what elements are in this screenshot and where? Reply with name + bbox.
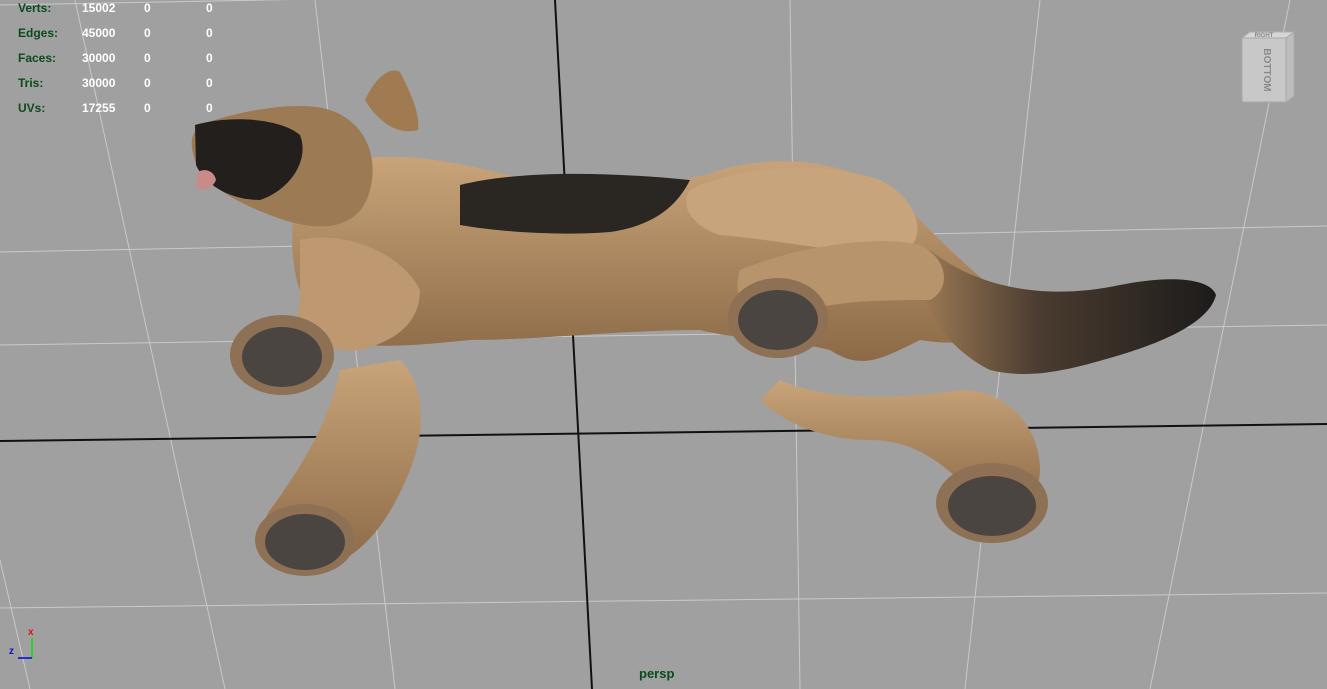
x-axis-label: x bbox=[28, 627, 34, 638]
hud-label: Tris: bbox=[18, 76, 44, 90]
view-cube-front-label: BOTTOM bbox=[1261, 48, 1272, 91]
perspective-viewport[interactable]: Verts: 15002 0 0 Edges: 45000 0 0 Faces:… bbox=[0, 0, 1327, 689]
hud-value: 0 bbox=[144, 26, 151, 40]
hud-value: 0 bbox=[144, 101, 151, 115]
hind-right-paw-pad bbox=[738, 290, 818, 350]
axis-gizmo: x z bbox=[9, 627, 34, 659]
hind-left-paw-pad bbox=[948, 476, 1036, 536]
hud-value: 0 bbox=[206, 26, 213, 40]
hud-value: 0 bbox=[144, 76, 151, 90]
camera-label: persp bbox=[639, 666, 675, 681]
hud-value: 0 bbox=[206, 76, 213, 90]
front-right-paw-pad bbox=[242, 327, 322, 387]
hud-value: 30000 bbox=[82, 76, 116, 90]
hud-value: 0 bbox=[144, 51, 151, 65]
dog-ear bbox=[365, 70, 419, 132]
view-cube[interactable]: RIGHT BOTTOM bbox=[1236, 30, 1298, 106]
z-axis-label: z bbox=[9, 646, 14, 657]
hud-value: 45000 bbox=[82, 26, 116, 40]
hud-value: 30000 bbox=[82, 51, 116, 65]
hud-label: Verts: bbox=[18, 1, 52, 15]
hud-label: Edges: bbox=[18, 26, 59, 40]
dog-model[interactable] bbox=[0, 0, 1327, 689]
hud-value: 0 bbox=[206, 101, 213, 115]
hud-label: Faces: bbox=[18, 51, 57, 65]
front-left-paw-pad bbox=[265, 514, 345, 570]
hud-label: UVs: bbox=[18, 101, 46, 115]
hud-value: 17255 bbox=[82, 101, 116, 115]
view-cube-side-face[interactable] bbox=[1285, 31, 1295, 103]
hud-value: 15002 bbox=[82, 1, 116, 15]
hud-value: 0 bbox=[206, 51, 213, 65]
hud-value: 0 bbox=[144, 1, 151, 15]
hud-value: 0 bbox=[206, 1, 213, 15]
view-cube-top-label: RIGHT bbox=[1255, 33, 1274, 39]
